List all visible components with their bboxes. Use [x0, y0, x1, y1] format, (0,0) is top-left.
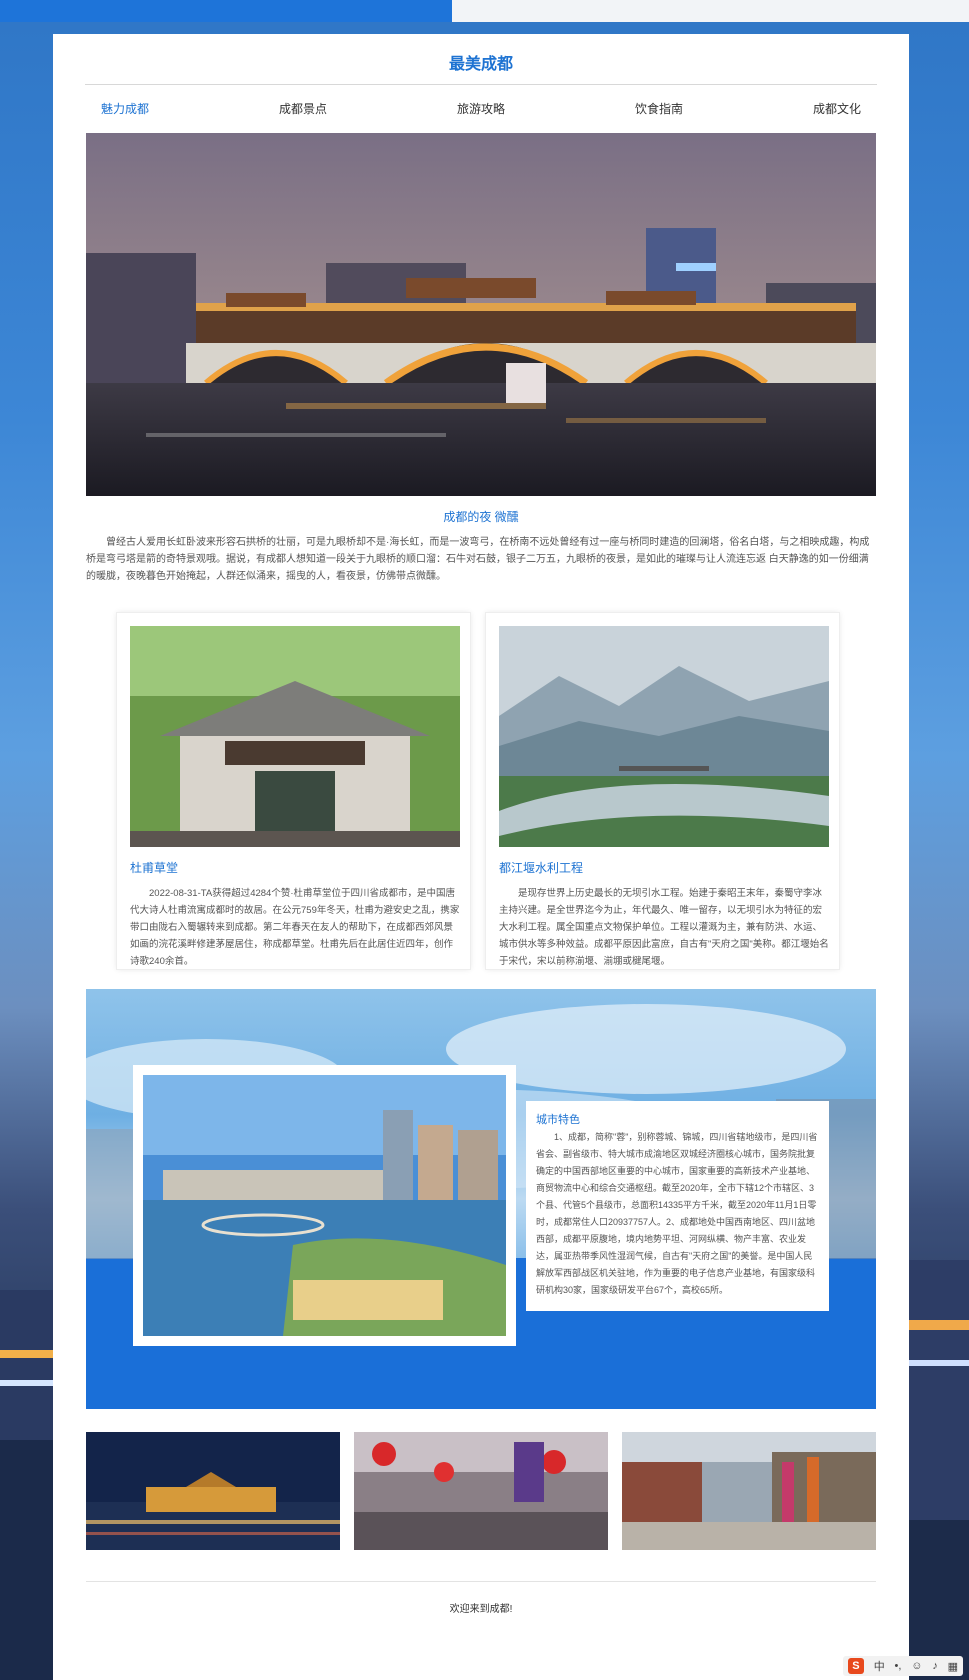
- main-nav: 魅力成都 成都景点 旅游攻略 饮食指南 成都文化: [53, 85, 909, 131]
- hero-description: 曾经古人爱用长虹卧波来形容石拱桥的壮丽，可是九眼桥却不是·海长虹，而是一波弯弓，…: [86, 537, 870, 582]
- ime-punctuation-icon[interactable]: •,: [895, 1660, 902, 1672]
- city-feature-info-box: 城市特色 1、成都，简称"蓉"，别称蓉城、锦城，四川省辖地级市，是四川省省会、副…: [526, 1101, 829, 1311]
- city-riverside-photo: [143, 1075, 506, 1336]
- nav-item-culture[interactable]: 成都文化: [813, 100, 861, 117]
- footer-divider: [86, 1581, 876, 1582]
- hero-caption: 成都的夜 微醺: [443, 510, 519, 524]
- page-container: 最美成都 魅力成都 成都景点 旅游攻略 饮食指南 成都文化 成都的夜 微醺 曾经…: [53, 34, 909, 1680]
- browser-top-strip: [0, 0, 969, 22]
- thumb-old-street[interactable]: [622, 1432, 876, 1550]
- thumb-night-pavilion[interactable]: [86, 1432, 340, 1550]
- du-fu-cottage-image: [130, 626, 460, 847]
- sogou-ime-icon[interactable]: S: [847, 1658, 864, 1674]
- ime-keyboard-icon[interactable]: ▦: [948, 1660, 958, 1673]
- city-feature-section: 城市特色 1、成都，简称"蓉"，别称蓉城、锦城，四川省辖地级市，是四川省省会、副…: [86, 989, 876, 1409]
- feature-title: 城市特色: [536, 1114, 580, 1126]
- nav-item-attractions[interactable]: 成都景点: [279, 100, 327, 117]
- ime-emoji-icon[interactable]: ☺: [911, 1660, 922, 1672]
- dujiangyan-image: [499, 626, 829, 847]
- card-title[interactable]: 都江堰水利工程: [499, 859, 583, 876]
- site-title: 最美成都: [448, 56, 513, 73]
- city-photo-frame: [133, 1065, 516, 1346]
- hero-image-night-bridge: [86, 133, 876, 496]
- card-description: 2022-08-31-TA获得超过4284个赞·杜甫草堂位于四川省成都市，是中国…: [130, 888, 460, 967]
- card-description: 是现存世界上历史最长的无坝引水工程。始建于秦昭王末年，秦蜀守李冰主持兴建。是全世…: [499, 888, 829, 967]
- feature-description: 1、成都，简称"蓉"，别称蓉城、锦城，四川省辖地级市，是四川省省会、副省级市、特…: [536, 1132, 818, 1295]
- ime-toolbar[interactable]: S 中 •, ☺ ♪ ▦: [843, 1656, 963, 1676]
- thumb-lantern-street[interactable]: [354, 1432, 608, 1550]
- ime-chinese-mode-icon[interactable]: 中: [874, 1658, 885, 1674]
- footer-text: 欢迎来到成都!: [449, 1604, 513, 1615]
- attraction-card-du-fu-cottage: 杜甫草堂 2022-08-31-TA获得超过4284个赞·杜甫草堂位于四川省成都…: [117, 613, 470, 969]
- nav-item-travel-guide[interactable]: 旅游攻略: [457, 100, 505, 117]
- nav-item-charm[interactable]: 魅力成都: [101, 100, 149, 117]
- card-title[interactable]: 杜甫草堂: [130, 859, 178, 876]
- browser-tab-bar: [0, 0, 452, 22]
- attraction-card-dujiangyan: 都江堰水利工程 是现存世界上历史最长的无坝引水工程。始建于秦昭王末年，秦蜀守李冰…: [486, 613, 839, 969]
- photo-strip: [86, 1432, 876, 1550]
- ime-mic-icon[interactable]: ♪: [932, 1660, 938, 1672]
- nav-item-food-guide[interactable]: 饮食指南: [635, 100, 683, 117]
